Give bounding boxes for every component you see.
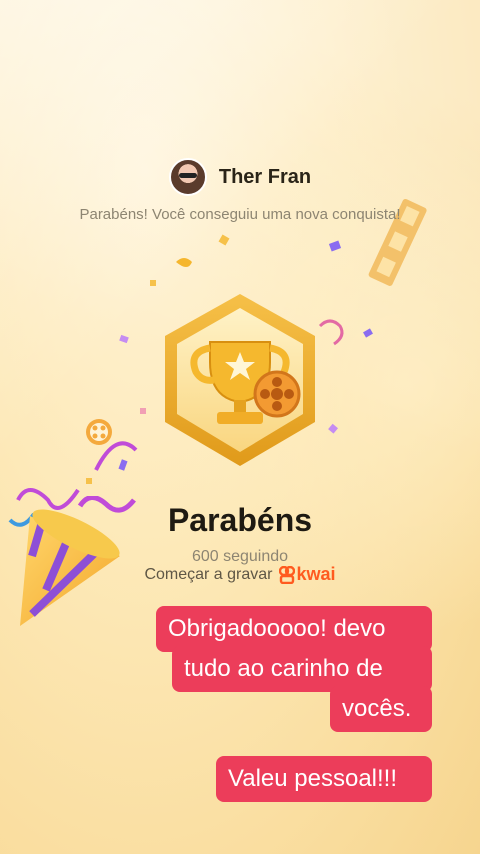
achievement-subtitle: Parabéns! Você conseguiu uma nova conqui…: [79, 206, 401, 223]
username: Ther Fran: [218, 165, 312, 188]
record-label[interactable]: Começar a gravar: [144, 566, 272, 584]
record-row[interactable]: Começar a gravar kwai: [0, 564, 480, 585]
header: Ther Fran: [0, 158, 480, 196]
caption-line-4: Valeu pessoal!!!: [216, 756, 432, 802]
kwai-logo: kwai: [278, 564, 336, 585]
kwai-logo-icon: [278, 565, 295, 584]
achievement-medal: [155, 290, 325, 470]
kwai-brand: kwai: [296, 564, 336, 584]
film-reel-icon: [253, 370, 301, 418]
avatar[interactable]: [168, 158, 207, 196]
caption-line-3: vocês.: [330, 686, 432, 732]
achievement-title: Parabéns: [167, 502, 313, 538]
